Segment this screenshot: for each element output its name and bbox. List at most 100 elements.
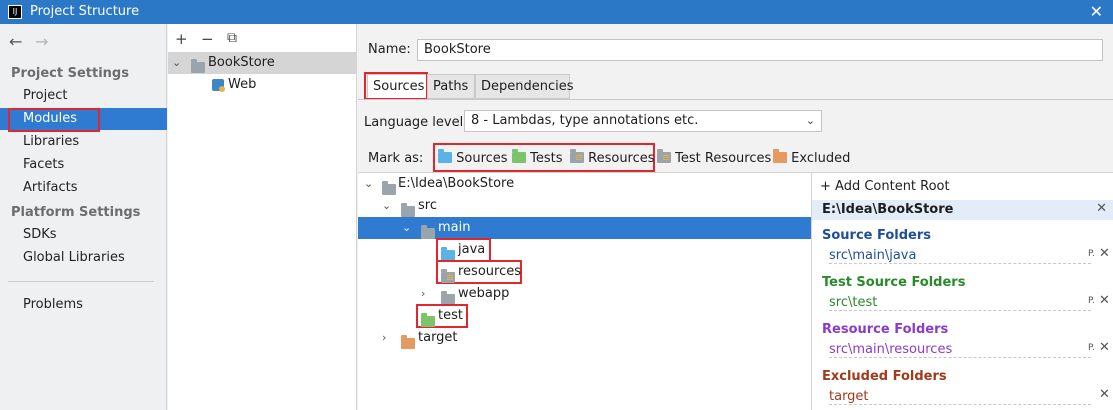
source-folders-title: Source Folders xyxy=(822,228,932,243)
test-resource-folder-icon xyxy=(657,149,671,163)
back-arrow-icon[interactable]: ← xyxy=(9,32,22,51)
tree-label: webapp xyxy=(458,286,510,301)
nav-item-artifacts[interactable]: Artifacts xyxy=(0,177,167,199)
excluded-folder-icon xyxy=(773,149,787,163)
tree-label: src xyxy=(418,198,437,213)
folder-icon xyxy=(421,225,435,239)
module-name: Web xyxy=(228,77,257,92)
properties-icon[interactable]: P. xyxy=(1088,249,1095,259)
forward-arrow-icon[interactable]: → xyxy=(35,32,48,51)
module-row-web[interactable]: Web xyxy=(168,74,357,96)
add-icon[interactable]: + xyxy=(175,30,188,48)
excluded-folders-title: Excluded Folders xyxy=(822,369,947,384)
module-detail-pane: Name: BookStore Sources Paths Dependenci… xyxy=(358,24,1113,410)
nav-item-modules[interactable]: Modules xyxy=(0,108,167,132)
mark-excluded-button[interactable]: Excluded xyxy=(773,149,851,166)
copy-icon[interactable]: ⧉ xyxy=(227,30,237,46)
nav-item-problems[interactable]: Problems xyxy=(0,294,167,316)
test-source-folder-path: src\test xyxy=(829,295,878,310)
resource-folders-title: Resource Folders xyxy=(822,322,949,337)
platform-settings-header: Platform Settings xyxy=(11,205,141,220)
language-level-label: Language level: xyxy=(364,115,468,130)
tree-label: test xyxy=(438,308,463,323)
tree-label: target xyxy=(418,330,458,345)
mark-sources-button[interactable]: Sources xyxy=(438,149,508,166)
module-folder-icon xyxy=(191,59,205,73)
chevron-down-icon: ⌄ xyxy=(805,114,815,127)
tree-row-resources[interactable]: resources xyxy=(358,260,811,284)
test-folder-icon xyxy=(512,149,526,163)
path-underline xyxy=(829,310,1091,311)
tree-row-main[interactable]: ⌄ main xyxy=(358,217,811,239)
module-name: BookStore xyxy=(208,55,275,70)
test-folder-icon xyxy=(421,313,435,327)
resource-folder-path: src\main\resources xyxy=(829,342,953,357)
test-source-folders-title: Test Source Folders xyxy=(822,275,966,290)
close-icon[interactable]: ✕ xyxy=(1090,2,1103,21)
add-content-root-button[interactable]: + Add Content Root xyxy=(820,179,950,194)
chevron-down-icon[interactable]: ⌄ xyxy=(402,217,411,239)
tree-row-src[interactable]: ⌄ src xyxy=(358,195,811,217)
language-level-select[interactable]: 8 - Lambdas, type annotations etc. ⌄ xyxy=(464,110,822,132)
module-row-bookstore[interactable]: ⌄ BookStore xyxy=(168,52,357,74)
tab-dependencies[interactable]: Dependencies xyxy=(475,74,574,99)
tree-label: java xyxy=(458,242,486,257)
tree-label: E:\Idea\BookStore xyxy=(398,176,515,191)
tree-row-root[interactable]: ⌄ E:\Idea\BookStore xyxy=(358,173,811,195)
tab-divider xyxy=(358,99,1113,100)
folder-icon xyxy=(401,203,415,217)
chevron-down-icon[interactable]: ⌄ xyxy=(364,173,373,195)
chevron-right-icon[interactable]: › xyxy=(382,327,386,349)
name-label: Name: xyxy=(368,42,411,57)
mark-as-label: Mark as: xyxy=(368,151,424,166)
mark-excluded-label: Excluded xyxy=(791,151,851,166)
title-bar: IJ Project Structure ✕ xyxy=(0,0,1113,24)
content-roots-panel: + Add Content Root E:\Idea\BookStore ✕ S… xyxy=(811,172,1113,410)
remove-folder-icon[interactable]: ✕ xyxy=(1099,387,1110,402)
nav-item-facets[interactable]: Facets xyxy=(0,154,167,176)
chevron-down-icon[interactable]: ⌄ xyxy=(172,52,181,74)
nav-item-global-libraries[interactable]: Global Libraries xyxy=(0,247,167,269)
remove-root-icon[interactable]: ✕ xyxy=(1096,201,1107,216)
resource-folder-icon xyxy=(441,269,455,283)
highlight-box xyxy=(364,72,428,100)
name-field[interactable]: BookStore xyxy=(417,39,1103,61)
tree-row-webapp[interactable]: › webapp xyxy=(358,283,811,305)
module-list-pane: + − ⧉ ⌄ BookStore Web xyxy=(168,24,357,410)
mark-tests-button[interactable]: Tests xyxy=(512,149,563,166)
tree-row-target[interactable]: › target xyxy=(358,327,811,349)
source-folder-path: src\main\java xyxy=(829,248,917,263)
mark-resources-label: Resources xyxy=(588,151,655,166)
excluded-folder-icon xyxy=(401,335,415,349)
path-underline xyxy=(829,404,1091,405)
window-title: Project Structure xyxy=(30,4,140,19)
intellij-icon: IJ xyxy=(8,5,22,19)
highlight-box xyxy=(8,108,100,132)
nav-item-libraries[interactable]: Libraries xyxy=(0,131,167,153)
path-underline xyxy=(829,357,1091,358)
path-underline xyxy=(829,263,1091,264)
remove-icon[interactable]: − xyxy=(201,30,214,48)
content-root-tree: ⌄ E:\Idea\BookStore ⌄ src ⌄ main java re… xyxy=(358,172,811,410)
tab-paths[interactable]: Paths xyxy=(427,74,475,99)
chevron-down-icon[interactable]: ⌄ xyxy=(382,195,391,217)
mark-test-resources-button[interactable]: Test Resources xyxy=(657,149,772,166)
mark-tests-label: Tests xyxy=(530,151,563,166)
content-root-path: E:\Idea\BookStore xyxy=(822,202,954,217)
tree-label: main xyxy=(438,220,471,235)
nav-item-sdks[interactable]: SDKs xyxy=(0,224,167,246)
tree-row-java[interactable]: java xyxy=(358,238,811,262)
nav-item-project[interactable]: Project xyxy=(0,85,167,107)
remove-folder-icon[interactable]: ✕ xyxy=(1099,293,1110,308)
mark-test-resources-label: Test Resources xyxy=(675,151,772,166)
tree-row-test[interactable]: test xyxy=(358,304,811,328)
excluded-folder-path: target xyxy=(829,389,869,404)
properties-icon[interactable]: P. xyxy=(1088,296,1095,306)
chevron-right-icon[interactable]: › xyxy=(421,283,425,305)
remove-folder-icon[interactable]: ✕ xyxy=(1099,246,1110,261)
mark-resources-button[interactable]: Resources xyxy=(570,149,655,166)
remove-folder-icon[interactable]: ✕ xyxy=(1099,340,1110,355)
web-badge-icon xyxy=(219,86,225,92)
properties-icon[interactable]: P. xyxy=(1088,343,1095,353)
folder-icon xyxy=(382,181,396,195)
